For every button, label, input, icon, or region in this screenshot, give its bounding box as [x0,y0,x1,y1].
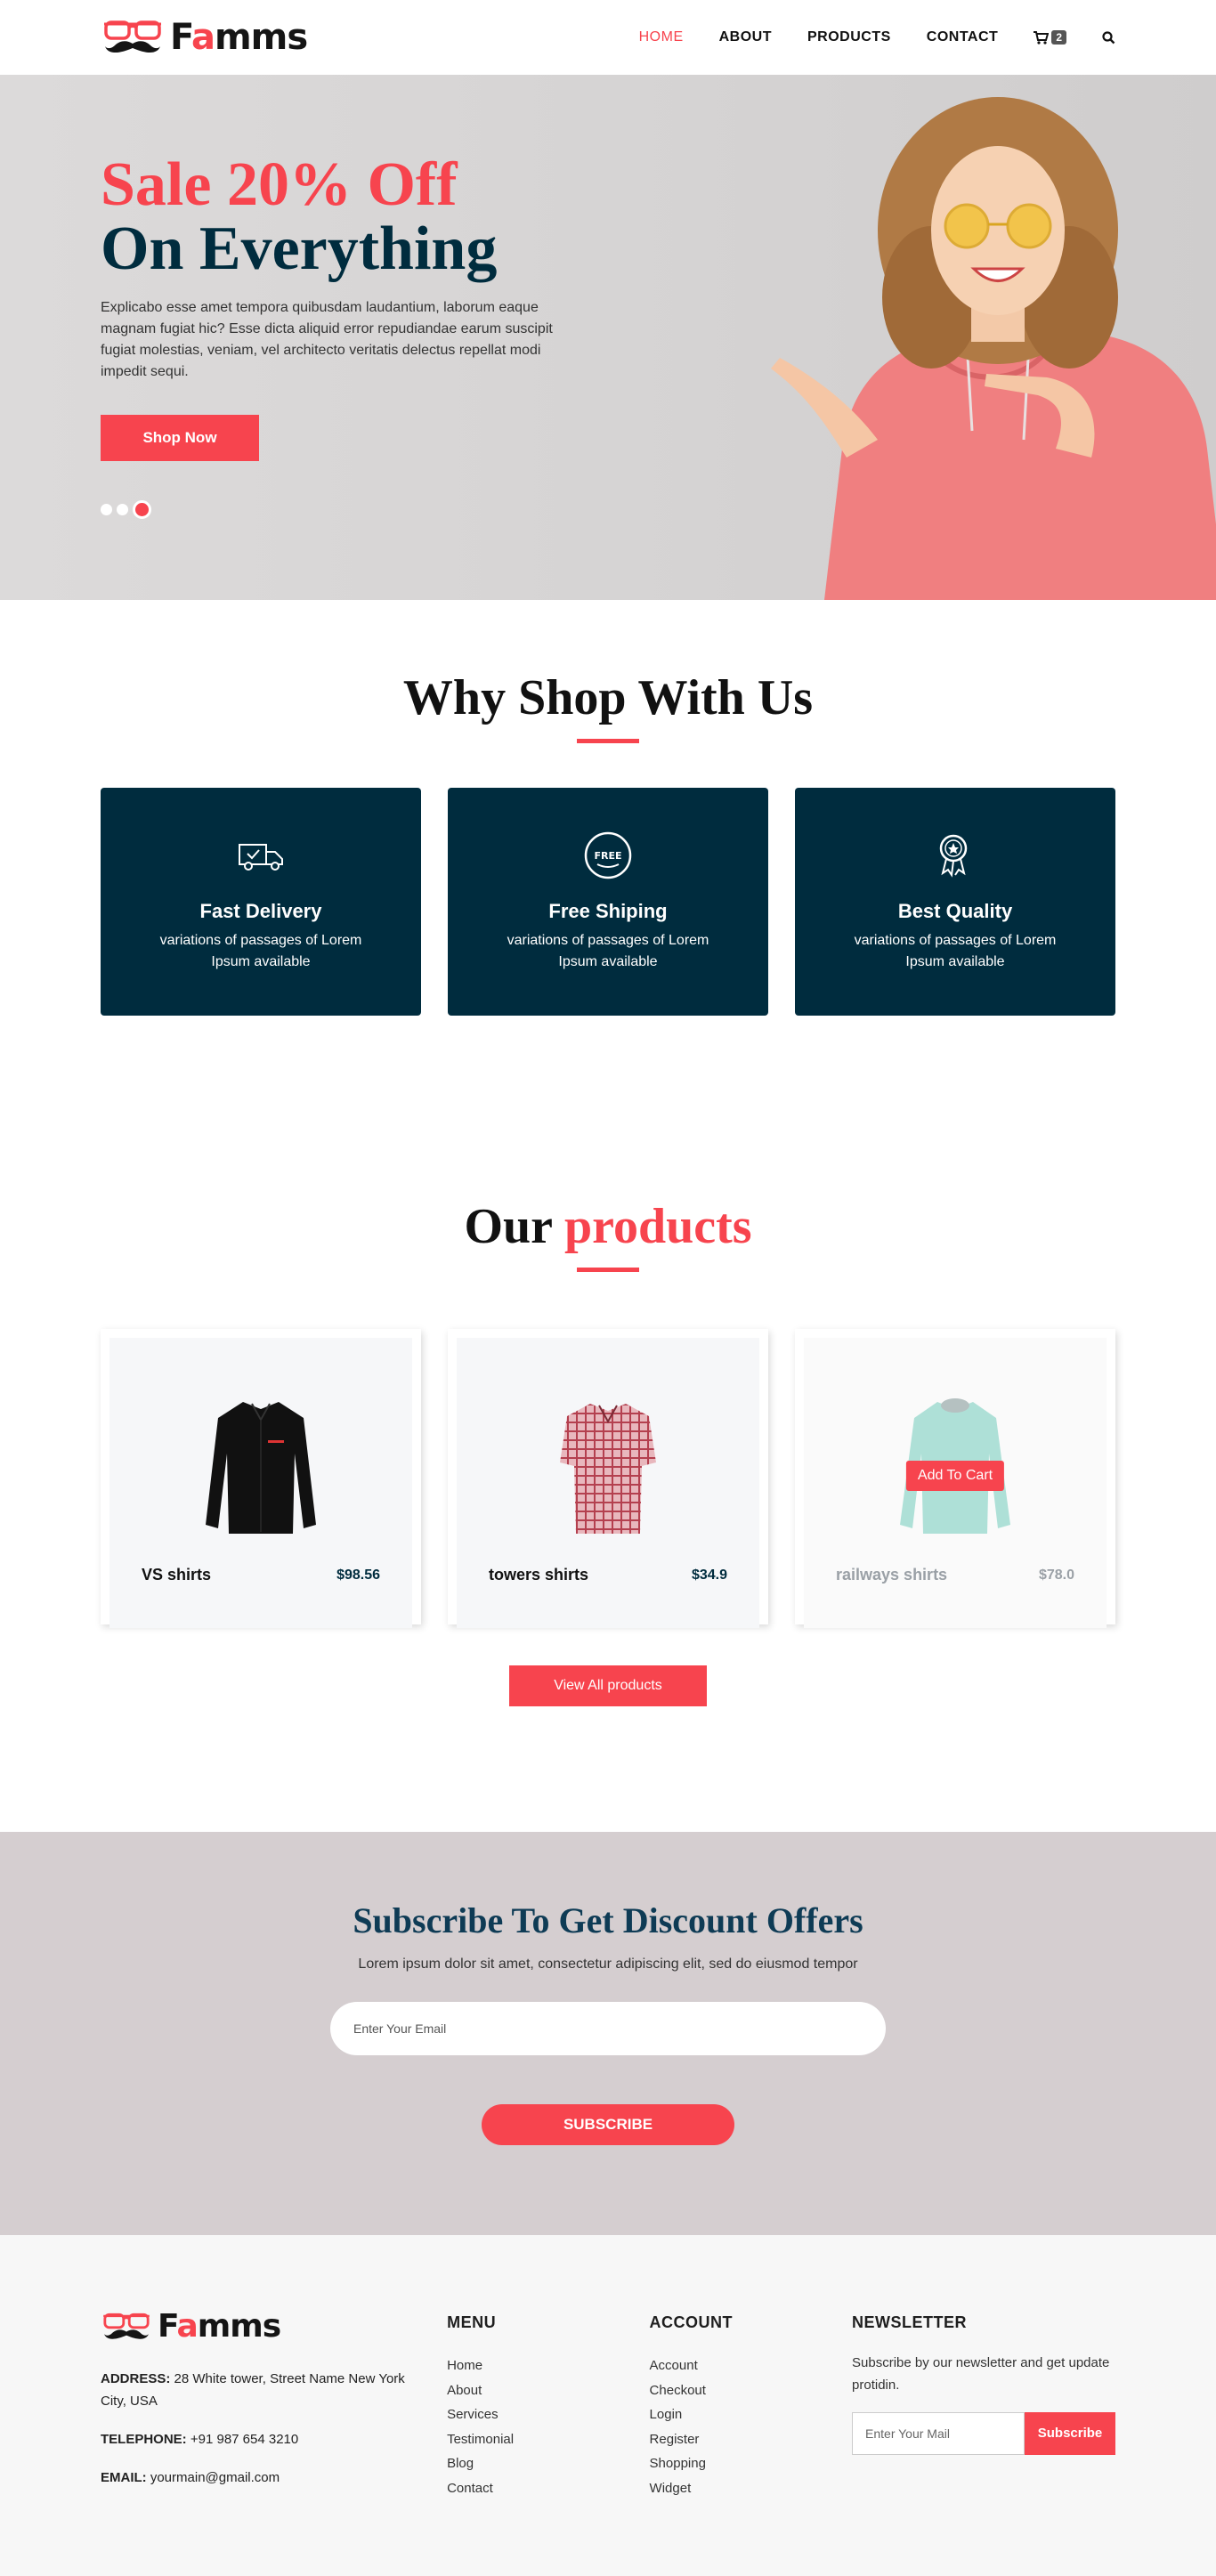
subscribe-title: Subscribe To Get Discount Offers [353,1900,863,1940]
subscribe-section: Subscribe To Get Discount Offers Lorem i… [0,1832,1216,2235]
products-title: Our products [464,1199,752,1254]
product-price: $34.9 [691,1567,727,1583]
why-card-free-shipping: FREE Free Shiping variations of passages… [448,788,768,1016]
footer-newsletter: NEWSLETTER Subscribe by our newsletter a… [852,2308,1116,2500]
site-header: Famms HOME ABOUT PRODUCTS CONTACT 2 [0,0,1216,75]
slider-dot-active[interactable] [133,500,151,519]
slider-dots [101,500,151,519]
footer-link-contact[interactable]: Contact [447,2476,649,2501]
cart-button[interactable]: 2 [1034,30,1066,45]
cart-icon [1034,30,1050,45]
title-underline [577,739,639,743]
search-button[interactable] [1102,30,1115,45]
why-card-text: variations of passages of Lorem Ipsum av… [854,933,1057,969]
nav-products[interactable]: PRODUCTS [807,29,891,45]
nav-about[interactable]: ABOUT [719,29,772,45]
title-underline [577,1268,639,1272]
why-card-text: variations of passages of Lorem Ipsum av… [507,933,709,969]
product-name: VS shirts [142,1566,212,1584]
footer-link-widget[interactable]: Widget [650,2476,852,2501]
why-shop-section: Why Shop With Us Fast Delivery variation… [0,600,1216,1154]
why-card-delivery: Fast Delivery variations of passages of … [101,788,421,1016]
product-price: $78.0 [1038,1567,1074,1583]
footer-contact: Famms ADDRESS: 28 White tower, Street Na… [101,2308,447,2500]
footer-newsletter-text: Subscribe by our newsletter and get upda… [852,2355,1110,2393]
black-shirt-image [206,1402,316,1534]
search-icon [1102,30,1115,44]
footer-link-account[interactable]: Account [650,2353,852,2378]
why-card-quality: Best Quality variations of passages of L… [795,788,1115,1016]
footer-account-title: ACCOUNT [649,2313,734,2331]
quality-award-icon [939,834,968,878]
footer-account: ACCOUNT Account Checkout Login Register … [650,2308,852,2500]
hero-title-sale: Sale 20% Off [101,150,458,219]
site-footer: Famms ADDRESS: 28 White tower, Street Na… [0,2235,1216,2576]
cart-count-badge: 2 [1051,30,1066,45]
hero-content: Sale 20% Off On Everything Explicabo ess… [101,153,581,461]
product-card-hover[interactable]: Add To Cart railways shirts $78.0 [795,1329,1115,1628]
nav-home[interactable]: HOME [639,29,684,45]
plaid-shirt-image [560,1404,656,1534]
product-card[interactable]: towers shirts $34.9 [448,1329,768,1628]
hero-description: Explicabo esse amet tempora quibusdam la… [101,300,553,379]
why-card-title: Free Shiping [548,900,668,922]
nav-contact[interactable]: CONTACT [927,29,999,45]
main-nav: HOME ABOUT PRODUCTS CONTACT 2 [639,29,1115,45]
glasses-mustache-logo-icon [104,20,161,53]
hero-slider: Sale 20% Off On Everything Explicabo ess… [0,75,1216,600]
footer-link-testimonial[interactable]: Testimonial [447,2427,649,2452]
subscribe-email-input[interactable]: Enter Your Email [330,2002,886,2055]
footer-logo[interactable]: Famms [101,2308,447,2345]
newsletter-form: Enter Your Mail Subscribe [852,2412,1116,2455]
footer-link-blog[interactable]: Blog [447,2451,649,2476]
slider-dot[interactable] [101,504,112,515]
footer-link-home[interactable]: Home [447,2353,649,2378]
footer-menu-title: MENU [447,2313,497,2331]
slider-dot[interactable] [117,504,128,515]
footer-telephone: TELEPHONE: +91 987 654 3210 [101,2432,299,2447]
subscribe-button[interactable]: SUBSCRIBE [482,2104,734,2145]
shop-now-button[interactable]: Shop Now [101,415,259,461]
glasses-mustache-logo-icon [103,2313,150,2339]
site-logo[interactable]: Famms [101,17,308,58]
delivery-truck-icon [239,844,283,871]
products-section: Our products VS shirts $98.56 towers shi… [0,1154,1216,1832]
product-name: towers shirts [489,1566,589,1584]
footer-link-checkout[interactable]: Checkout [650,2378,852,2403]
why-card-text: variations of passages of Lorem Ipsum av… [159,933,362,969]
why-title: Why Shop With Us [402,670,814,725]
logo-text: Famms [158,2308,281,2345]
subscribe-text: Lorem ipsum dolor sit amet, consectetur … [358,1956,858,1972]
logo-text: Famms [170,17,308,58]
product-name: railways shirts [836,1566,948,1584]
footer-link-register[interactable]: Register [650,2427,852,2452]
product-card[interactable]: VS shirts $98.56 [101,1329,421,1628]
footer-newsletter-title: NEWSLETTER [852,2313,968,2331]
footer-address: ADDRESS: 28 White tower, Street Name New… [101,2371,405,2409]
product-price: $98.56 [336,1567,380,1583]
add-to-cart-button[interactable]: Add To Cart [905,1461,1005,1491]
why-cards: Fast Delivery variations of passages of … [101,788,1115,1016]
svg-text:FREE: FREE [594,850,621,862]
free-badge-icon: FREE [584,831,632,879]
view-all-products-button[interactable]: View All products [509,1665,707,1706]
product-grid: VS shirts $98.56 towers shirts $34.9 Add… [101,1329,1115,1628]
footer-menu: MENU Home About Services Testimonial Blo… [447,2308,649,2500]
hero-title-everything: On Everything [101,215,498,283]
why-card-title: Fast Delivery [199,900,322,922]
newsletter-subscribe-button[interactable]: Subscribe [1025,2412,1116,2455]
footer-link-login[interactable]: Login [650,2402,852,2427]
newsletter-email-input[interactable]: Enter Your Mail [852,2412,1025,2455]
footer-link-services[interactable]: Services [447,2402,649,2427]
footer-email: EMAIL: yourmain@gmail.com [101,2470,280,2485]
footer-link-about[interactable]: About [447,2378,649,2403]
footer-link-shopping[interactable]: Shopping [650,2451,852,2476]
why-card-title: Best Quality [897,900,1013,922]
